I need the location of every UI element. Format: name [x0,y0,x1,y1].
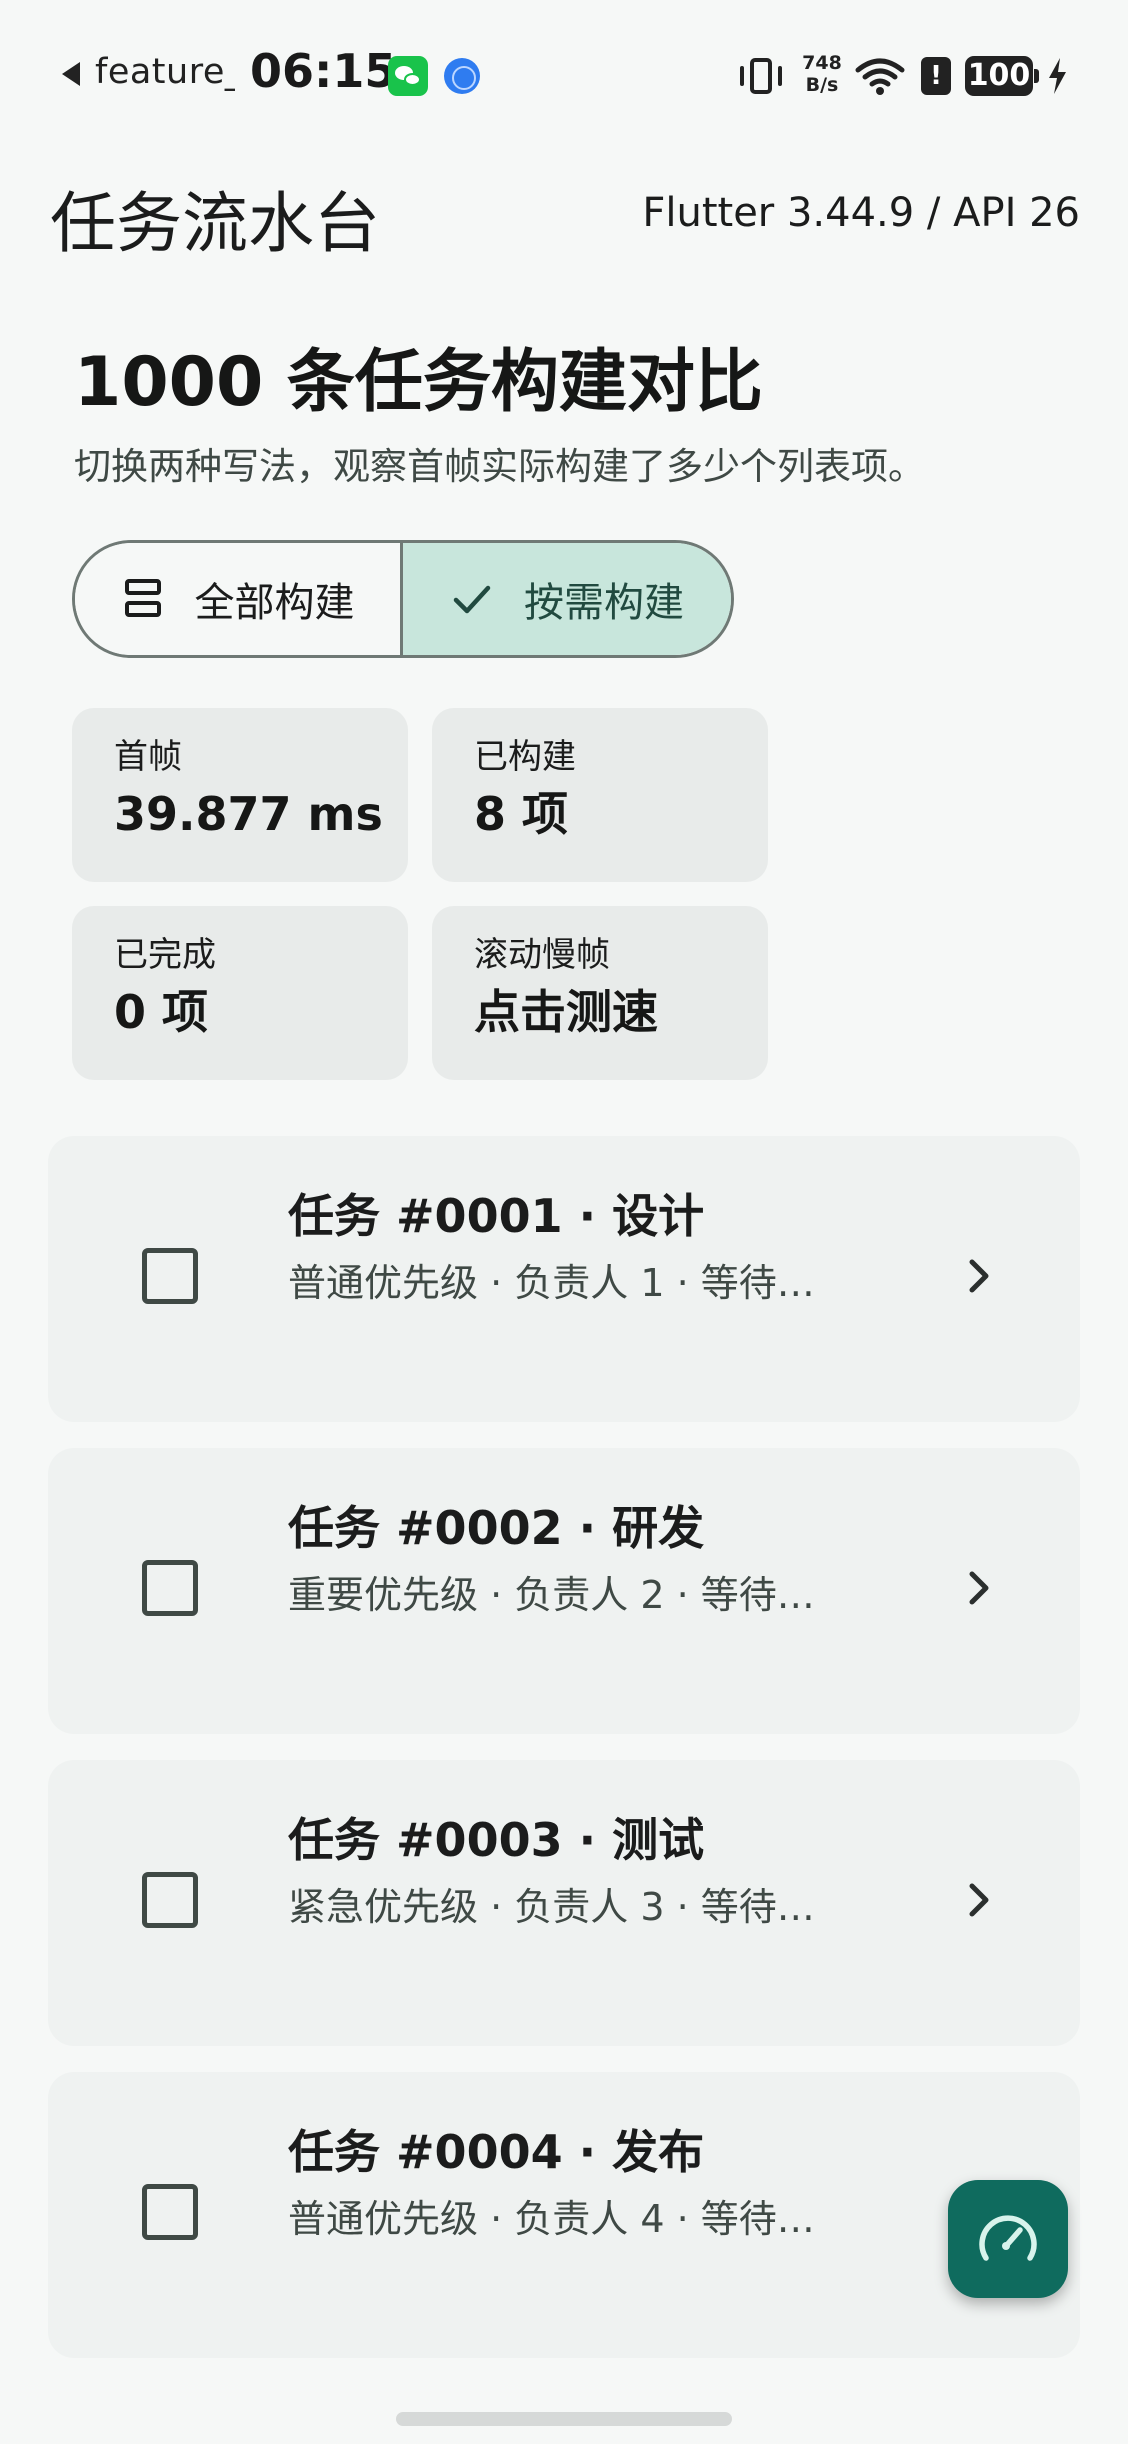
alert-icon: ! [921,57,951,95]
network-speed-unit: B/s [805,74,839,96]
task-title: 任务 #0003 · 测试 [288,1813,705,1867]
stat-label: 首帧 [114,737,182,777]
back-arrow-icon[interactable] [62,62,80,86]
chevron-right-icon [969,1571,989,1605]
task-checkbox[interactable] [142,1560,198,1616]
stat-value[interactable]: 点击测速 [474,982,768,1042]
task-meta: 重要优先级 · 负责人 2 · 等待… [288,1573,815,1617]
globe-icon [444,58,480,94]
task-title: 任务 #0004 · 发布 [288,2125,705,2179]
task-checkbox[interactable] [142,1872,198,1928]
check-icon [453,585,491,614]
stat-label: 滚动慢帧 [474,935,610,975]
wechat-icon [388,56,428,96]
version-label: Flutter 3.44.9 / API 26 [642,190,1080,236]
battery-icon: 100 [965,56,1039,96]
stat-value: 8 项 [474,787,569,841]
task-checkbox[interactable] [142,1248,198,1304]
app-title: 任务流水台 [50,185,380,262]
segment-build-on-demand[interactable]: 按需构建 [403,543,731,655]
wifi-icon [855,58,905,95]
task-checkbox[interactable] [142,2184,198,2240]
task-title: 任务 #0001 · 设计 [288,1189,705,1243]
task-meta: 紧急优先级 · 负责人 3 · 等待… [288,1885,815,1929]
speed-test-fab[interactable] [948,2180,1068,2298]
task-list-item[interactable]: 任务 #0002 · 研发 重要优先级 · 负责人 2 · 等待… [48,1448,1080,1734]
segment-build-all-label: 全部构建 [194,580,355,626]
status-time: 06:15 [250,44,397,98]
task-list-item[interactable]: 任务 #0001 · 设计 普通优先级 · 负责人 1 · 等待… [48,1136,1080,1422]
chevron-right-icon [969,1883,989,1917]
task-meta: 普通优先级 · 负责人 1 · 等待… [288,1261,815,1305]
home-indicator[interactable] [396,2412,732,2426]
status-back-app-label[interactable]: feature_c [95,52,235,92]
task-meta: 普通优先级 · 负责人 4 · 等待… [288,2197,815,2241]
stat-label: 已完成 [114,935,216,975]
network-speed: 748 B/s [800,52,844,96]
build-mode-segmented-button: 全部构建 按需构建 [72,540,734,658]
segment-build-on-demand-label: 按需构建 [524,580,684,626]
network-speed-value: 748 [802,52,842,74]
view-agenda-icon [121,577,165,621]
screen: feature_c 06:15 748 B/s ! 100 任务流水台 Flut… [0,0,1128,2444]
stat-label: 已构建 [474,737,576,777]
task-list-item[interactable]: 任务 #0003 · 测试 紧急优先级 · 负责人 3 · 等待… [48,1760,1080,2046]
stat-value: 39.877 ms [114,787,383,841]
task-title: 任务 #0002 · 研发 [288,1501,705,1555]
stat-card-scroll-jank[interactable]: 滚动慢帧 点击测速 [432,906,768,1080]
page-subtitle: 切换两种写法，观察首帧实际构建了多少个列表项。 [74,445,925,488]
segment-build-all[interactable]: 全部构建 [75,543,403,655]
task-list-item[interactable]: 任务 #0004 · 发布 普通优先级 · 负责人 4 · 等待… [48,2072,1080,2358]
stat-card-completed: 已完成 0 项 [72,906,408,1080]
chevron-right-icon [969,1259,989,1293]
charging-bolt-icon [1049,58,1066,94]
page-headline: 1000 条任务构建对比 [74,343,763,422]
stat-card-built-count: 已构建 8 项 [432,708,768,882]
stat-value: 0 项 [114,985,209,1039]
speedometer-icon [979,2215,1037,2261]
status-bar: feature_c 06:15 748 B/s ! 100 [0,0,1128,150]
stat-card-first-frame: 首帧 39.877 ms [72,708,408,882]
vibrate-icon [740,56,782,96]
